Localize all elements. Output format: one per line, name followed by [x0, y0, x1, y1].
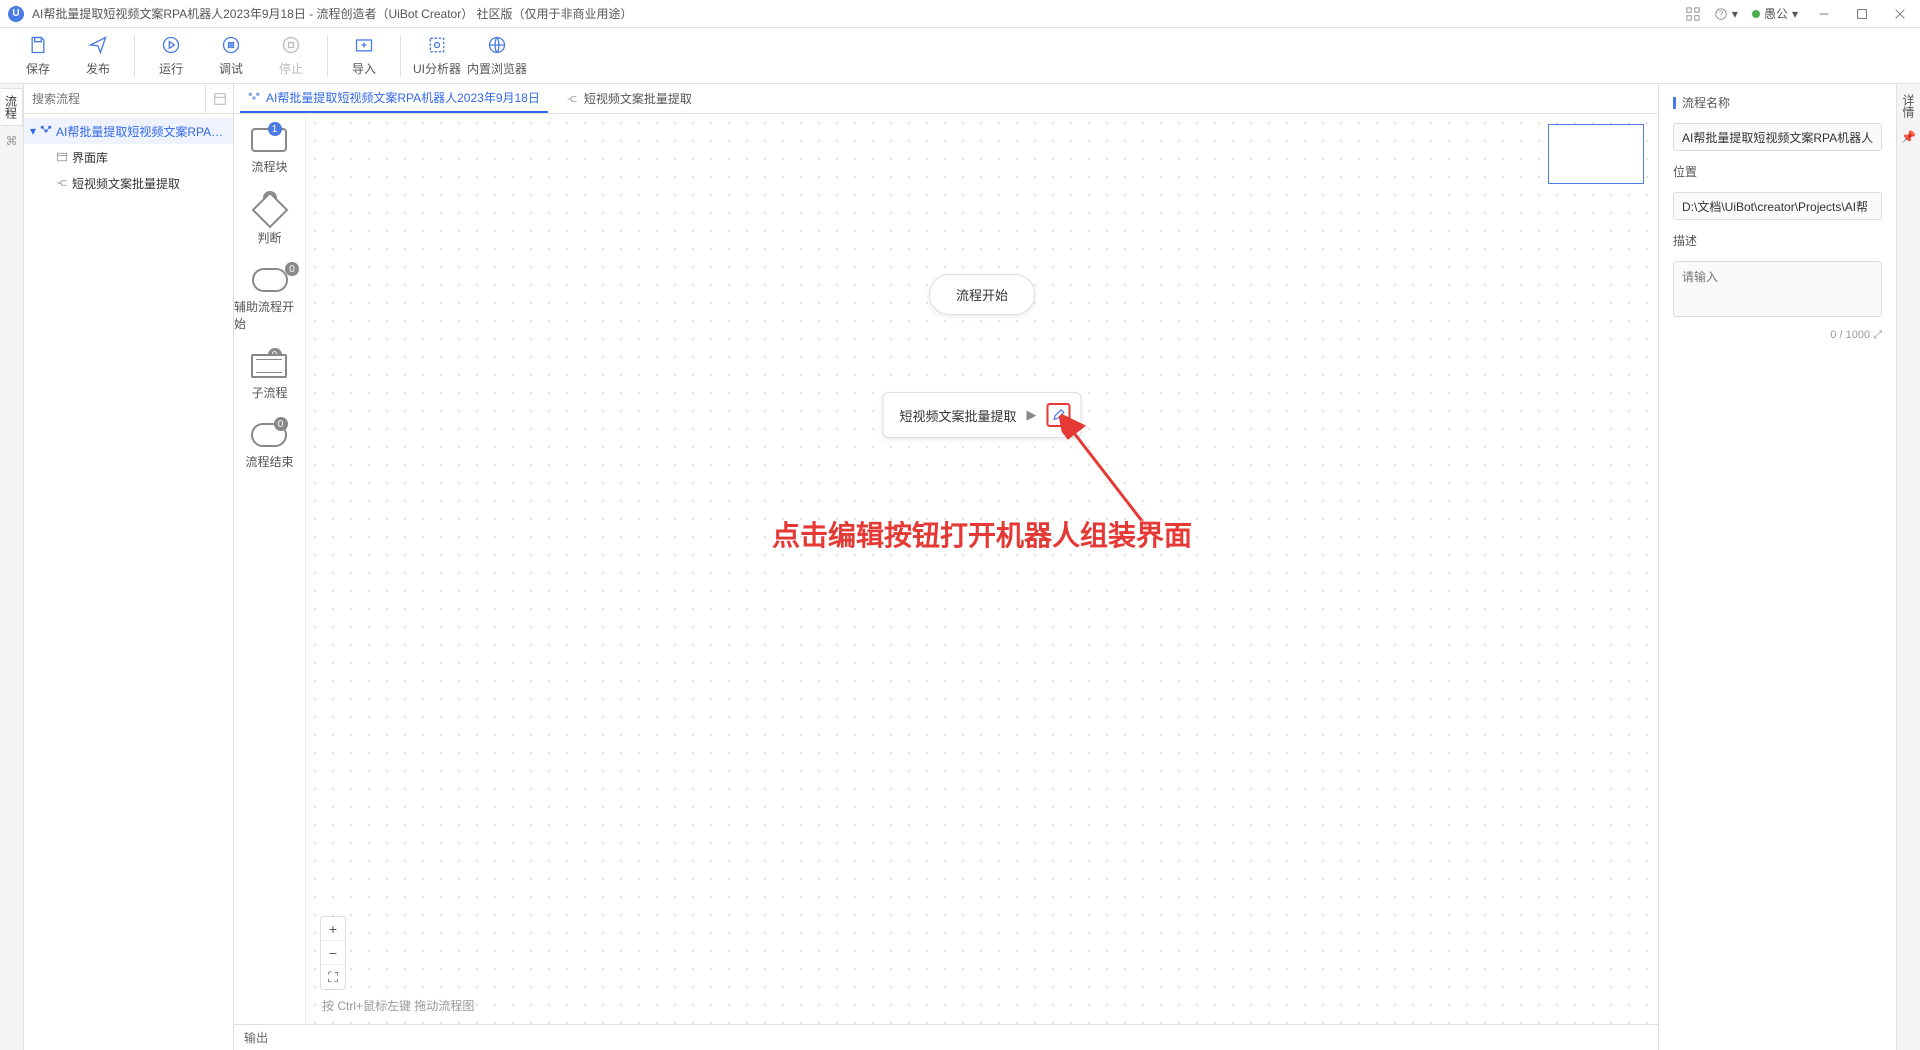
desc-counter: 0 / 1000 ⤢: [1673, 329, 1882, 342]
node-start[interactable]: 流程开始: [929, 274, 1035, 315]
zoom-out-button[interactable]: −: [321, 941, 345, 965]
pin-icon[interactable]: 📌: [1901, 130, 1916, 144]
run-button[interactable]: 运行: [141, 28, 201, 84]
search-input[interactable]: [24, 84, 205, 113]
left-strip: 流程 ⌘: [0, 84, 24, 1050]
tab-subflow[interactable]: 短视频文案批量提取: [558, 84, 700, 113]
node-palette: 1流程块 0判断 0辅助流程开始 0子流程 0流程结束: [234, 114, 306, 1024]
user-menu[interactable]: 愚公▾: [1752, 5, 1798, 22]
publish-button[interactable]: 发布: [68, 28, 128, 84]
zoom-in-button[interactable]: +: [321, 917, 345, 941]
editor-tabs: AI帮批量提取短视频文案RPA机器人2023年9月18日 短视频文案批量提取: [234, 84, 1658, 114]
flow-canvas[interactable]: 流程开始 短视频文案批量提取 ▶ 点击编辑按钮打开机器人组装界面 + − ⛶ 按…: [306, 114, 1658, 1024]
tree-ui-lib[interactable]: 界面库: [24, 144, 233, 170]
command-icon[interactable]: ⌘: [6, 134, 18, 148]
window-title: AI帮批量提取短视频文案RPA机器人2023年9月18日 - 流程创造者（UiB…: [32, 5, 633, 22]
prop-loc-header: 位置: [1673, 163, 1882, 180]
tree-root[interactable]: ▾ AI帮批量提取短视频文案RPA机器...: [24, 118, 233, 144]
prop-loc-input[interactable]: [1673, 192, 1882, 220]
palette-block[interactable]: 1流程块: [251, 128, 287, 175]
maximize-button[interactable]: [1850, 2, 1874, 26]
browser-button[interactable]: 内置浏览器: [467, 28, 527, 84]
save-button[interactable]: 保存: [8, 28, 68, 84]
main-toolbar: 保存 发布 运行 调试 停止 导入 UI分析器 内置浏览器: [0, 28, 1920, 84]
properties-panel: 流程名称 位置 描述 0 / 1000 ⤢: [1658, 84, 1896, 1050]
apps-icon[interactable]: [1686, 7, 1700, 21]
close-button[interactable]: [1888, 2, 1912, 26]
svg-text:?: ?: [1719, 9, 1724, 18]
minimap[interactable]: [1548, 124, 1644, 184]
zoom-controls: + − ⛶: [320, 916, 346, 990]
zoom-fit-button[interactable]: ⛶: [321, 965, 345, 989]
search-config-icon[interactable]: [205, 85, 233, 113]
prop-desc-header: 描述: [1673, 232, 1882, 249]
right-tab-details[interactable]: 详情: [1898, 88, 1919, 124]
palette-aux-start[interactable]: 0辅助流程开始: [234, 268, 305, 332]
sidebar: ▾ AI帮批量提取短视频文案RPA机器... 界面库 短视频文案批量提取: [24, 84, 234, 1050]
canvas-hint: 按 Ctrl+鼠标左键 拖动流程图: [322, 997, 474, 1014]
right-strip: 详情 📌: [1896, 84, 1920, 1050]
output-panel-header[interactable]: 输出: [234, 1024, 1658, 1050]
prop-name-input[interactable]: [1673, 123, 1882, 151]
minimize-button[interactable]: [1812, 2, 1836, 26]
left-tab-flow[interactable]: 流程: [1, 88, 23, 126]
palette-decision[interactable]: 0判断: [257, 197, 283, 246]
prop-name-header: 流程名称: [1673, 94, 1882, 111]
app-logo-icon: U: [8, 6, 24, 22]
debug-button[interactable]: 调试: [201, 28, 261, 84]
titlebar: U AI帮批量提取短视频文案RPA机器人2023年9月18日 - 流程创造者（U…: [0, 0, 1920, 28]
tab-main-flow[interactable]: AI帮批量提取短视频文案RPA机器人2023年9月18日: [240, 84, 548, 113]
annotation-text: 点击编辑按钮打开机器人组装界面: [772, 514, 1192, 554]
palette-end[interactable]: 0流程结束: [245, 423, 293, 470]
import-button[interactable]: 导入: [334, 28, 394, 84]
help-icon[interactable]: ?▾: [1714, 7, 1738, 21]
stop-button: 停止: [261, 28, 321, 84]
palette-subflow[interactable]: 0子流程: [251, 354, 287, 401]
ui-analyzer-button[interactable]: UI分析器: [407, 28, 467, 84]
tree-subflow-item[interactable]: 短视频文案批量提取: [24, 170, 233, 196]
prop-desc-input[interactable]: [1673, 261, 1882, 317]
